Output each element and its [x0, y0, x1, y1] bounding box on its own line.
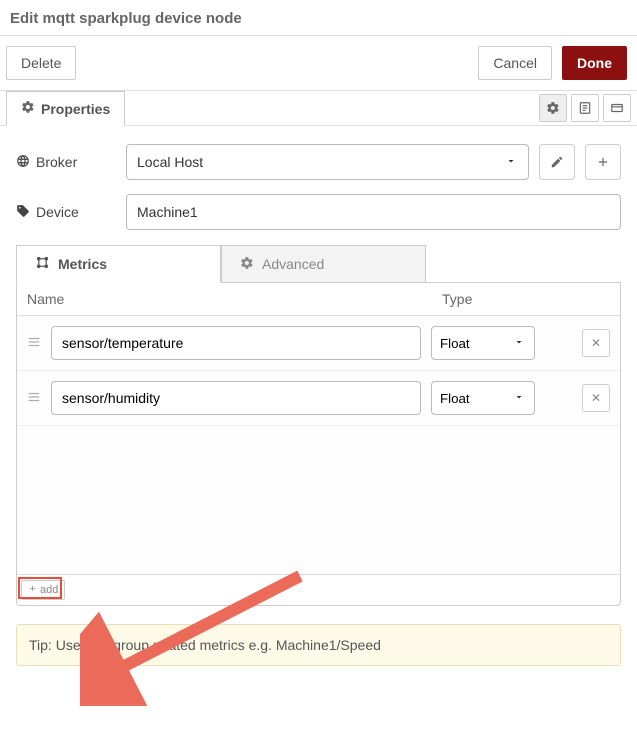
metric-name-input[interactable]: [51, 381, 421, 415]
dialog-title: Edit mqtt sparkplug device node: [0, 0, 637, 36]
delete-metric-button[interactable]: ✕: [582, 329, 610, 357]
add-broker-button[interactable]: [585, 144, 621, 180]
delete-button[interactable]: Delete: [6, 46, 76, 80]
sub-tabs: Metrics Advanced: [16, 244, 621, 283]
main-tabs: Properties: [0, 90, 637, 126]
broker-select[interactable]: Local Host: [126, 144, 529, 180]
broker-label: Broker: [36, 154, 77, 170]
tab-icon-settings[interactable]: [539, 94, 567, 122]
drag-handle-icon[interactable]: [27, 390, 41, 407]
device-input[interactable]: [126, 194, 621, 230]
tip-box: Tip: Use '/' to group related metrics e.…: [16, 624, 621, 666]
column-header-type: Type: [442, 291, 610, 307]
metric-type-select[interactable]: Float: [431, 326, 535, 360]
tab-advanced[interactable]: Advanced: [221, 245, 426, 283]
tag-icon: [16, 204, 30, 221]
broker-row: Broker Local Host: [16, 144, 621, 180]
tab-properties[interactable]: Properties: [6, 91, 125, 126]
metric-name-input[interactable]: [51, 326, 421, 360]
add-metric-label: add: [40, 584, 58, 596]
done-button[interactable]: Done: [562, 46, 627, 80]
edit-broker-button[interactable]: [539, 144, 575, 180]
drag-handle-icon[interactable]: [27, 335, 41, 352]
plus-icon: [28, 584, 37, 596]
gear-icon: [240, 256, 254, 273]
tab-properties-label: Properties: [41, 101, 110, 117]
metric-type-select[interactable]: Float: [431, 381, 535, 415]
tab-icon-description[interactable]: [571, 94, 599, 122]
top-button-bar: Delete Cancel Done: [0, 36, 637, 91]
device-row: Device: [16, 194, 621, 230]
metric-row: Float ✕: [17, 316, 620, 371]
cancel-button[interactable]: Cancel: [478, 46, 552, 80]
metrics-icon: [35, 255, 50, 273]
tab-icon-appearance[interactable]: [603, 94, 631, 122]
tab-metrics[interactable]: Metrics: [16, 245, 221, 283]
delete-metric-button[interactable]: ✕: [582, 384, 610, 412]
metrics-panel: Name Type Float ✕: [16, 283, 621, 606]
add-metric-button[interactable]: add: [21, 580, 65, 600]
gear-icon: [21, 100, 35, 117]
tab-metrics-label: Metrics: [58, 256, 107, 272]
device-label: Device: [36, 204, 79, 220]
metric-row: Float ✕: [17, 371, 620, 426]
column-header-name: Name: [27, 291, 442, 307]
globe-icon: [16, 154, 30, 171]
tab-advanced-label: Advanced: [262, 256, 324, 272]
